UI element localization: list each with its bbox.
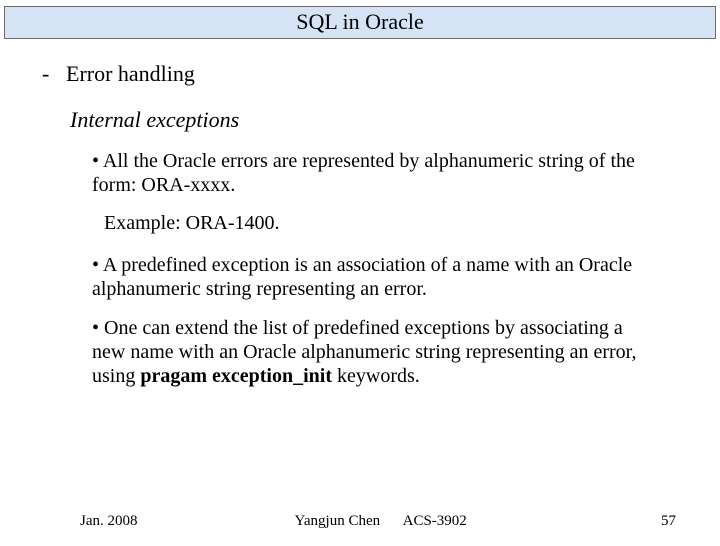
bullet-list: • All the Oracle errors are represented … [40,149,680,198]
footer-date: Jan. 2008 [80,513,295,530]
subsection-heading: Internal exceptions [40,107,680,133]
section-heading-row: - Error handling [40,61,680,87]
bullet-1: • All the Oracle errors are represented … [92,149,660,198]
bullet-dash: - [40,61,66,87]
bullet-3-post: keywords. [332,365,420,387]
footer-center: Yangjun Chen ACS-3902 [295,513,557,530]
bullet-list-2: • A predefined exception is an associati… [40,253,680,389]
footer-page: 57 [557,513,676,530]
slide-body: - Error handling Internal exceptions • A… [0,39,720,389]
section-heading: Error handling [66,61,195,87]
slide-title: SQL in Oracle [4,6,716,39]
footer-author: Yangjun Chen [295,513,381,529]
bullet-3: • One can extend the list of predefined … [92,316,660,389]
example-line: Example: ORA-1400. [40,212,680,235]
bullet-2: • A predefined exception is an associati… [92,253,660,302]
footer-course: ACS-3902 [403,513,467,529]
slide-footer: Jan. 2008 Yangjun Chen ACS-3902 57 [0,513,720,530]
bullet-3-keyword: pragam exception_init [140,365,332,387]
